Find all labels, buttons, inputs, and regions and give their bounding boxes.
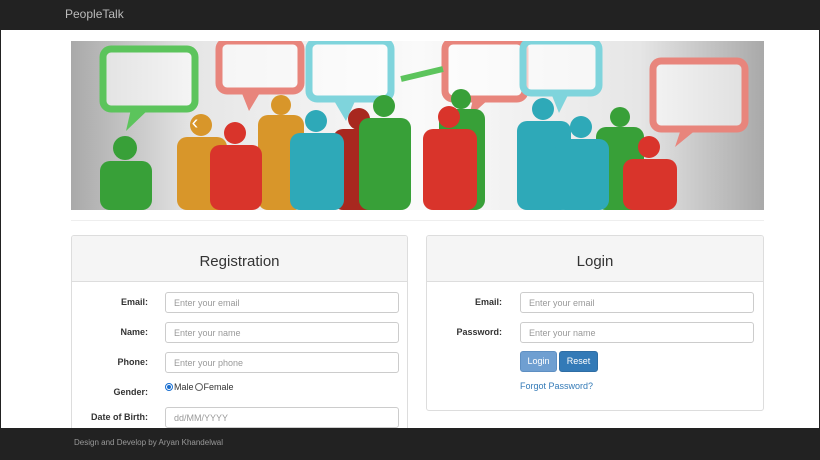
gender-female-label: Female [203, 382, 234, 392]
name-label: Name: [120, 327, 148, 337]
dob-label: Date of Birth: [91, 412, 148, 422]
reset-button[interactable]: Reset [559, 351, 598, 372]
password-input[interactable] [520, 322, 754, 343]
login-title: Login [427, 236, 763, 282]
login-email-label: Email: [474, 297, 502, 307]
gender-male-label: Male [174, 382, 194, 392]
login-panel: Login Email: Password: Login Reset Forgo… [426, 235, 764, 411]
footer-credit: Design and Develop by Aryan Khandelwal [74, 438, 223, 447]
chevron-left-icon[interactable]: ‹ [183, 111, 207, 135]
gender-male-radio[interactable] [165, 383, 173, 391]
dob-input[interactable] [165, 407, 399, 428]
email-label: Email: [120, 297, 148, 307]
registration-phone-input[interactable] [165, 352, 399, 373]
gender-label: Gender: [113, 387, 148, 397]
registration-email-input[interactable] [165, 292, 399, 313]
registration-name-input[interactable] [165, 322, 399, 343]
frame-border-left [0, 30, 1, 428]
forgot-password-link[interactable]: Forgot Password? [520, 381, 593, 391]
people-talking-illustration [99, 41, 749, 210]
login-email-input[interactable] [520, 292, 754, 313]
password-label: Password: [456, 327, 502, 337]
footer: Design and Develop by Aryan Khandelwal [0, 428, 820, 460]
gender-radio-group: Male Female [165, 382, 234, 392]
registration-panel: Registration Email: Name: Phone: Gender:… [71, 235, 408, 445]
registration-title: Registration [72, 236, 407, 282]
hero-carousel: ‹ › [71, 41, 764, 210]
brand-link[interactable]: PeopleTalk [65, 7, 124, 21]
gender-female-radio[interactable] [194, 383, 203, 391]
phone-label: Phone: [117, 357, 149, 367]
login-button[interactable]: Login [520, 351, 557, 372]
navbar: PeopleTalk [0, 0, 820, 30]
divider [71, 220, 764, 221]
